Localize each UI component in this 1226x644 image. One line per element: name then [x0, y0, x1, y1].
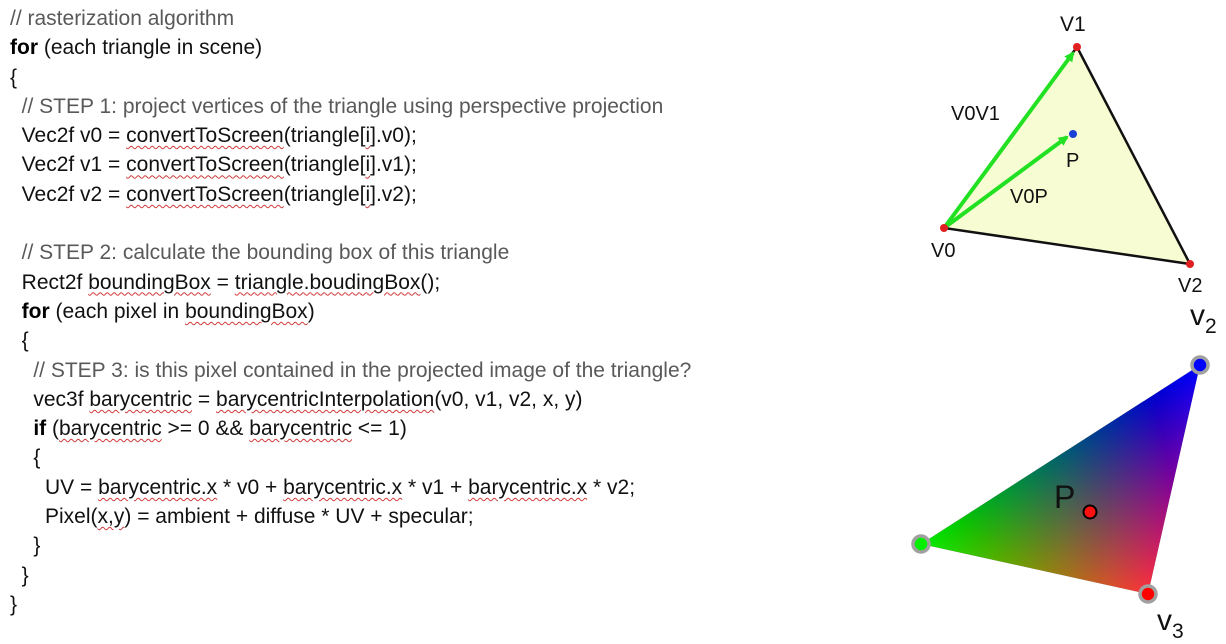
label-v3-bottom: v3 — [1157, 604, 1184, 643]
label-v0v1: V0V1 — [951, 103, 1000, 125]
label-v0: V0 — [931, 240, 955, 262]
point-p-dot — [1069, 130, 1077, 138]
vertex-v2-dot — [1186, 260, 1194, 268]
vertex-red — [1138, 584, 1158, 604]
vertex-v0-dot — [940, 224, 948, 232]
rasterization-diagrams: V1 V0V1 P V0P V0 V2 P v2 v3 — [911, 13, 1217, 643]
label-v1: V1 — [1060, 13, 1086, 36]
label-p-top: P — [1066, 150, 1079, 172]
vertex-green — [911, 534, 931, 554]
label-v2-bottom: v2 — [1190, 299, 1217, 338]
barycentric-triangle-diagram: P v2 v3 — [911, 299, 1217, 643]
point-p-marker — [1082, 504, 1098, 520]
vertex-blue — [1190, 355, 1210, 375]
label-v2: V2 — [1178, 275, 1202, 297]
vertex-v1-dot — [1073, 43, 1081, 51]
label-p-bottom: P — [1054, 479, 1075, 515]
label-v0p: V0P — [1010, 186, 1048, 208]
top-triangle-diagram: V1 V0V1 P V0P V0 V2 — [931, 13, 1202, 297]
